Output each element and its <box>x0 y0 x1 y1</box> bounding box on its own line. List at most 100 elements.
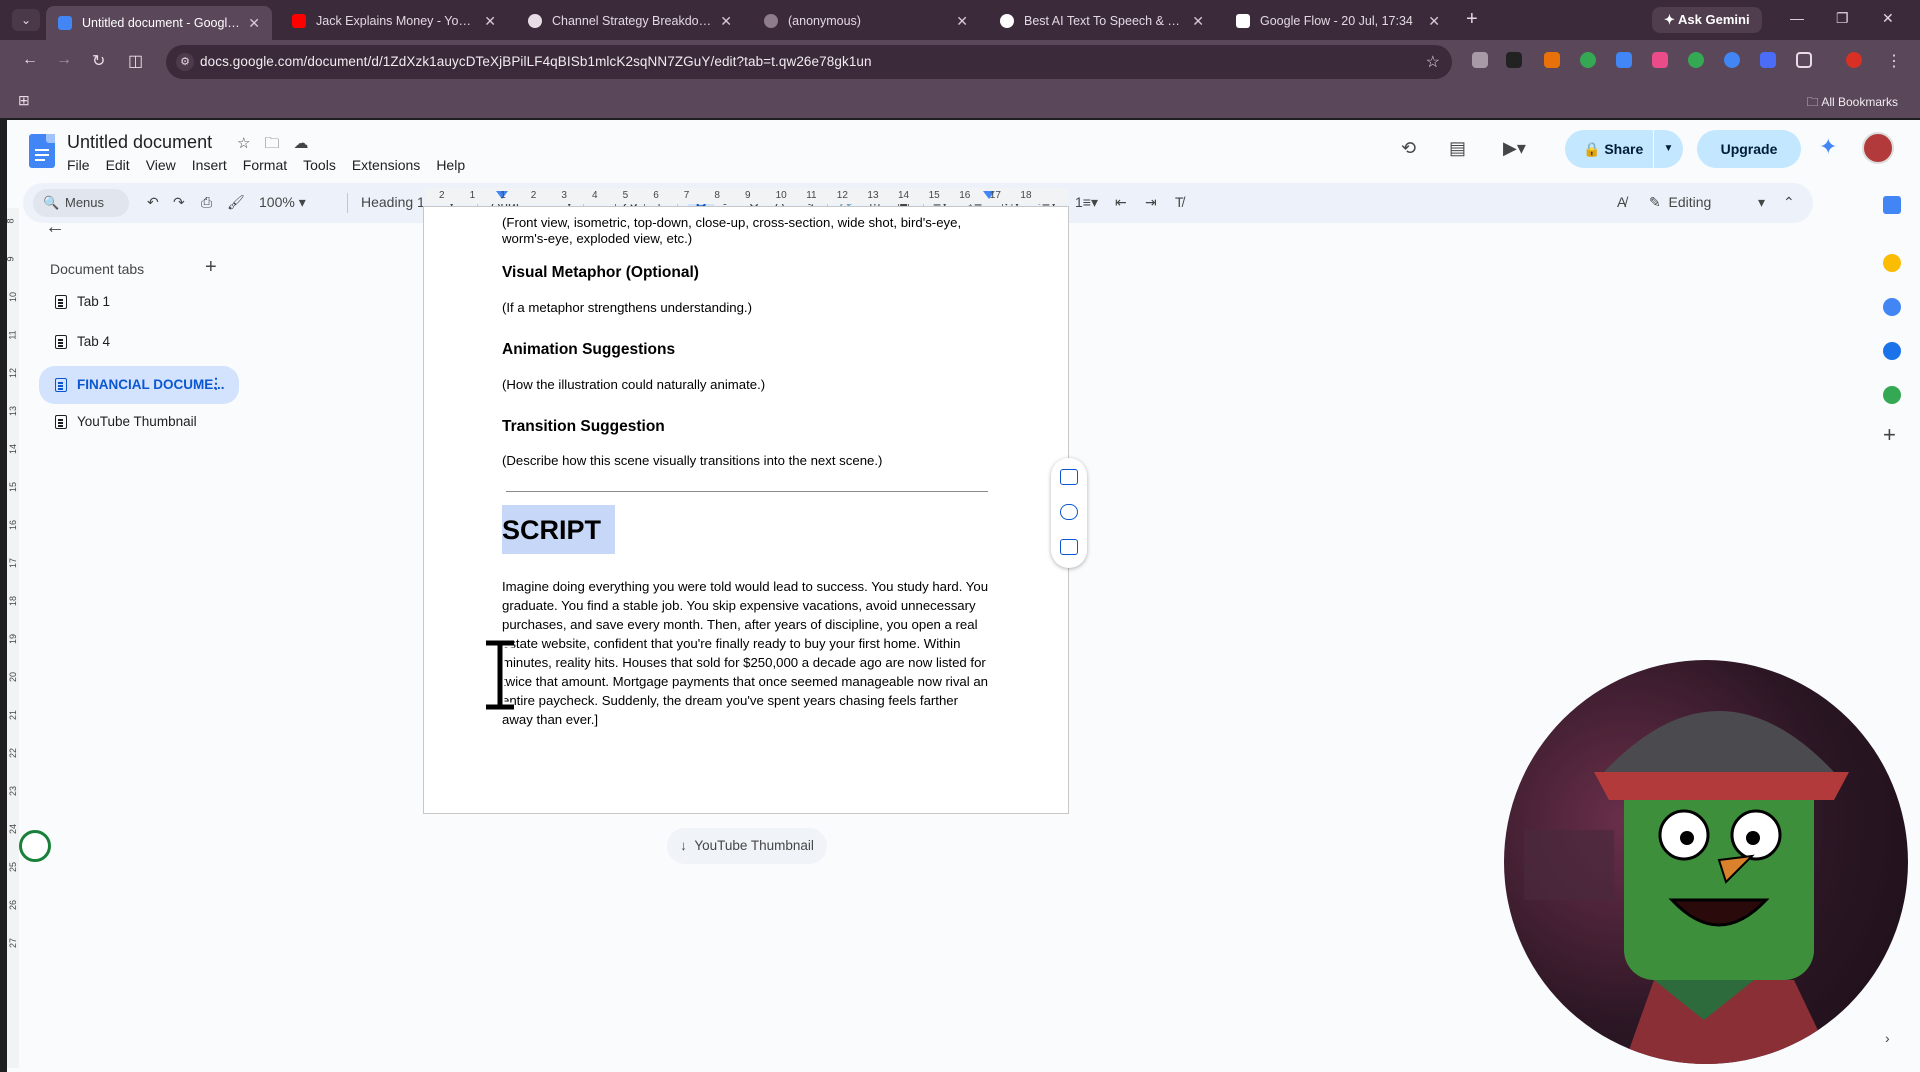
add-comment-icon[interactable] <box>1060 469 1078 485</box>
menu-format[interactable]: Format <box>243 157 287 173</box>
redo-icon[interactable]: ↷ <box>173 194 185 211</box>
browser-tab-docs[interactable]: Untitled document - Google Do ✕ <box>46 6 272 40</box>
menu-tools[interactable]: Tools <box>303 157 336 173</box>
extension-5-icon[interactable] <box>1652 52 1668 68</box>
spellcheck-icon[interactable]: A̸ <box>1617 194 1626 210</box>
tab-more-options-icon[interactable]: ⋮ <box>209 375 223 392</box>
heading-script-selected[interactable]: SCRIPT <box>502 505 616 554</box>
keep-icon[interactable] <box>1883 254 1901 272</box>
clear-formatting-icon[interactable]: T̸ <box>1175 194 1184 210</box>
horizontal-ruler[interactable]: 2 1 1 2 3 4 5 6 7 8 9 10 11 12 13 14 15 16 17 18 <box>425 188 1068 204</box>
restore-icon[interactable]: ❐ <box>1836 10 1849 27</box>
back-icon[interactable]: ← <box>22 51 38 69</box>
address-bar[interactable]: ⚙ docs.google.com/document/d/1ZdXzk1auyc… <box>166 45 1452 79</box>
maps-icon[interactable] <box>1883 386 1901 404</box>
doc-tab-item-selected[interactable]: FINANCIAL DOCUME... ⋮ <box>39 366 239 404</box>
profile-avatar-icon[interactable] <box>1846 52 1862 68</box>
add-tab-icon[interactable]: + <box>205 256 217 279</box>
menu-insert[interactable]: Insert <box>192 157 227 173</box>
explore-fab[interactable] <box>19 830 51 862</box>
menu-help[interactable]: Help <box>436 157 465 173</box>
next-tab-chip[interactable]: ↓ YouTube Thumbnail <box>667 828 827 864</box>
browser-tab-tts[interactable]: Best AI Text To Speech & Free V ✕ <box>988 6 1216 36</box>
search-menus[interactable]: 🔍 Menus <box>33 189 129 217</box>
menu-view[interactable]: View <box>146 157 176 173</box>
close-tab-icon[interactable]: ✕ <box>956 13 968 30</box>
print-icon[interactable]: ⎙ <box>201 194 212 211</box>
undo-icon[interactable]: ↶ <box>147 194 159 211</box>
paragraph-animation[interactable]: (How the illustration could naturally an… <box>502 377 1002 393</box>
browser-menu-icon[interactable]: ⋮ <box>1886 51 1902 71</box>
new-tab-button[interactable]: + <box>1466 8 1478 31</box>
extension-7-icon[interactable] <box>1724 52 1740 68</box>
paragraph-transition[interactable]: (Describe how this scene visually transi… <box>502 453 1002 469</box>
suggest-edits-icon[interactable] <box>1060 539 1078 555</box>
move-folder-icon[interactable]: 🗀 <box>264 135 293 152</box>
close-window-icon[interactable]: ✕ <box>1882 10 1894 27</box>
close-tab-icon[interactable]: ✕ <box>484 13 496 30</box>
docs-logo-icon[interactable] <box>29 134 55 168</box>
close-outline-icon[interactable]: ← <box>45 216 65 239</box>
apps-grid-icon[interactable]: ⊞ <box>18 92 30 109</box>
paint-format-icon[interactable]: 🖌 <box>227 194 245 211</box>
close-tab-icon[interactable]: ✕ <box>1192 13 1204 30</box>
contacts-icon[interactable] <box>1883 342 1901 360</box>
heading-visual-metaphor[interactable]: Visual Metaphor (Optional) <box>502 264 699 282</box>
reload-icon[interactable]: ↻ <box>92 51 105 71</box>
star-icon[interactable]: ☆ <box>237 135 264 152</box>
version-history-icon[interactable]: ⟲ <box>1401 138 1416 159</box>
ask-gemini-button[interactable]: ✦ Ask Gemini <box>1652 7 1762 33</box>
meet-video-icon[interactable]: ▶▾ <box>1503 138 1526 159</box>
show-side-panel-icon[interactable]: › <box>1885 1030 1890 1046</box>
decrease-indent-icon[interactable]: ⇤ <box>1115 194 1127 211</box>
split-view-icon[interactable]: ◫ <box>128 51 143 71</box>
bookmark-star-icon[interactable]: ☆ <box>1426 52 1440 72</box>
editing-mode-select[interactable]: ✎ Editing ▾ <box>1649 194 1765 211</box>
microphone-icon[interactable] <box>1472 52 1488 68</box>
cloud-status-icon[interactable]: ☁ <box>293 135 322 152</box>
extension-8-icon[interactable] <box>1760 52 1776 68</box>
close-tab-icon[interactable]: ✕ <box>248 15 260 32</box>
add-emoji-reaction-icon[interactable] <box>1060 504 1078 520</box>
doc-tab-item[interactable]: Tab 4 <box>39 326 239 358</box>
hide-menus-icon[interactable]: ⌃ <box>1783 194 1795 211</box>
browser-tab-channel-strategy[interactable]: Channel Strategy Breakdown ✕ <box>516 6 744 36</box>
get-addons-icon[interactable]: + <box>1883 422 1896 448</box>
share-button[interactable]: 🔒 Share ▼ <box>1565 130 1683 168</box>
browser-tab-youtube[interactable]: Jack Explains Money - YouTube ✕ <box>280 6 508 36</box>
account-avatar[interactable] <box>1862 132 1894 164</box>
url-text[interactable]: docs.google.com/document/d/1ZdXzk1auycDT… <box>200 54 872 69</box>
paragraph-visual-metaphor[interactable]: (If a metaphor strengthens understanding… <box>502 300 1002 316</box>
browser-tab-google-flow[interactable]: Google Flow - 20 Jul, 17:34 ✕ <box>1224 6 1452 36</box>
extension-1-icon[interactable] <box>1506 52 1522 68</box>
extension-3-icon[interactable] <box>1580 52 1596 68</box>
share-dropdown-icon[interactable]: ▼ <box>1653 130 1683 168</box>
document-page[interactable]: (Front view, isometric, top-down, close-… <box>423 206 1069 814</box>
menu-extensions[interactable]: Extensions <box>352 157 420 173</box>
extension-2-icon[interactable] <box>1544 52 1560 68</box>
browser-tab-anonymous[interactable]: (anonymous) ✕ <box>752 6 980 36</box>
doc-tab-item[interactable]: YouTube Thumbnail <box>39 406 239 438</box>
menu-edit[interactable]: Edit <box>106 157 130 173</box>
minimize-icon[interactable]: — <box>1790 10 1804 26</box>
heading-transition-suggestion[interactable]: Transition Suggestion <box>502 418 665 436</box>
tab-search-button[interactable]: ⌄ <box>12 9 40 31</box>
tasks-icon[interactable] <box>1883 298 1901 316</box>
heading-animation-suggestions[interactable]: Animation Suggestions <box>502 341 675 359</box>
comments-icon[interactable]: ▤ <box>1449 138 1466 159</box>
paragraph-intro[interactable]: (Front view, isometric, top-down, close-… <box>502 215 1002 247</box>
extension-6-icon[interactable] <box>1688 52 1704 68</box>
doc-tab-item[interactable]: Tab 1 <box>39 286 239 318</box>
document-title[interactable]: Untitled document <box>67 132 212 153</box>
all-bookmarks-button[interactable]: 🗀 All Bookmarks <box>1807 93 1898 114</box>
forward-icon[interactable]: → <box>56 51 72 69</box>
close-tab-icon[interactable]: ✕ <box>720 13 732 30</box>
site-info-icon[interactable]: ⚙ <box>176 53 194 71</box>
zoom-select[interactable]: 100% ▾ <box>259 194 306 211</box>
paragraph-script[interactable]: Imagine doing everything you were told w… <box>502 577 992 729</box>
extensions-puzzle-icon[interactable] <box>1796 52 1812 68</box>
calendar-icon[interactable] <box>1883 196 1901 214</box>
close-tab-icon[interactable]: ✕ <box>1428 13 1440 30</box>
menu-file[interactable]: File <box>67 157 90 173</box>
extension-4-icon[interactable] <box>1616 52 1632 68</box>
